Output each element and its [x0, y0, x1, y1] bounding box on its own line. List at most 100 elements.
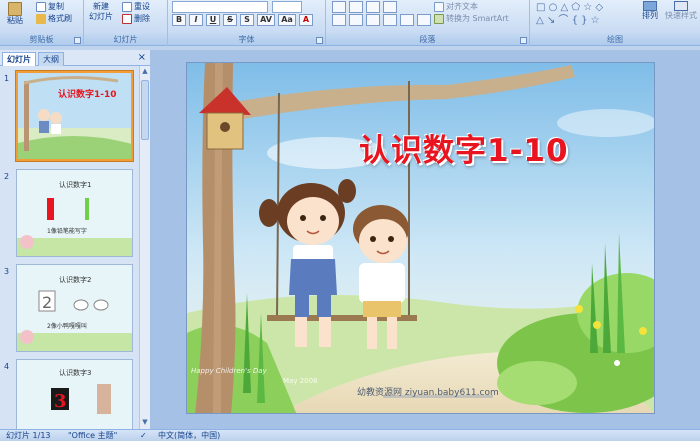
- align-text-icon: [434, 1, 444, 12]
- delete-icon: [122, 13, 132, 24]
- thumb-number: 2: [4, 172, 10, 181]
- slide-title[interactable]: 认识数字1-10: [359, 125, 569, 170]
- font-group-label: 字体: [168, 34, 325, 45]
- columns-button[interactable]: [417, 14, 431, 26]
- copy-button[interactable]: 复制: [36, 1, 64, 12]
- new-slide-label: 新建: [93, 2, 109, 11]
- bullets-button[interactable]: [332, 1, 346, 13]
- slide-thumbnail-1[interactable]: 认识数字1-10: [16, 71, 133, 161]
- thumb-1-title: 认识数字1-10: [58, 90, 117, 100]
- format-painter-icon: [36, 13, 46, 24]
- arrange-label: 排列: [642, 11, 658, 20]
- paste-icon: [8, 2, 22, 16]
- scroll-thumb[interactable]: [141, 80, 149, 140]
- underline-button[interactable]: U: [206, 14, 220, 26]
- thumb-3-caption: 2像小鸭嘎嘎叫: [47, 323, 87, 330]
- drawing-group: □ ○ △ ⬠ ☆ ◇ △ ↘ ⌒ { } ☆ 排列 快速样式 绘图: [530, 0, 700, 46]
- paragraph-group: 对齐文本 转换为 SmartArt 段落: [326, 0, 530, 46]
- shadow-button[interactable]: S: [240, 14, 254, 26]
- align-left-button[interactable]: [332, 14, 346, 26]
- current-slide[interactable]: 认识数字1-10 Happy Children's Day May 2008 幼…: [186, 62, 655, 414]
- slide-watermark-line-2: May 2008: [283, 377, 318, 385]
- strikethrough-button[interactable]: S: [223, 14, 237, 26]
- drawing-group-label: 绘图: [530, 34, 700, 45]
- scroll-down-icon[interactable]: ▼: [141, 418, 149, 428]
- align-text-button[interactable]: 对齐文本: [434, 1, 478, 12]
- justify-button[interactable]: [383, 14, 397, 26]
- italic-button[interactable]: I: [189, 14, 203, 26]
- svg-text:3: 3: [54, 391, 67, 412]
- new-slide-label-2: 幻灯片: [89, 12, 113, 21]
- slides-group: 新建 幻灯片 重设 删除 幻灯片: [84, 0, 168, 46]
- slide-count: 幻灯片 1/13: [6, 431, 51, 440]
- reset-button[interactable]: 重设: [122, 1, 150, 12]
- align-center-button[interactable]: [349, 14, 363, 26]
- copy-icon: [36, 1, 46, 12]
- arrange-icon: [643, 1, 657, 11]
- clipboard-dialog-launcher[interactable]: [74, 37, 81, 44]
- font-color-button[interactable]: A: [299, 14, 313, 26]
- slide-thumbnail-4[interactable]: 3 认识数字3: [16, 359, 133, 429]
- slide-thumbnail-3[interactable]: 2 认识数字2 2像小鸭嘎嘎叫: [16, 264, 133, 352]
- language-status[interactable]: 中文(简体，中国): [158, 430, 220, 441]
- spellcheck-icon[interactable]: ✓: [140, 430, 147, 441]
- convert-smartart-label: 转换为 SmartArt: [446, 14, 509, 23]
- bold-button[interactable]: B: [172, 14, 186, 26]
- delete-slide-button[interactable]: 删除: [122, 13, 150, 24]
- slide-pane-tabs: 幻灯片 大纲 ×: [0, 50, 150, 66]
- new-slide-button[interactable]: 新建 幻灯片: [86, 2, 116, 22]
- thumb-3-title: 认识数字2: [59, 276, 92, 284]
- svg-text:2: 2: [42, 293, 52, 312]
- quick-styles-icon: [674, 1, 688, 11]
- convert-smartart-button[interactable]: 转换为 SmartArt: [434, 13, 509, 24]
- format-painter-button[interactable]: 格式刷: [36, 13, 72, 24]
- slides-group-label: 幻灯片: [84, 34, 167, 45]
- font-name-combo[interactable]: [172, 1, 268, 13]
- slide-thumbnails-pane: 1 认识数字1-10 2 认识数字1 1像铅笔能写字 3 2 认识数字2 2像小…: [0, 66, 139, 429]
- status-bar: 幻灯片 1/13 "Office 主题" ✓ 中文(简体，中国): [0, 429, 700, 441]
- change-case-button[interactable]: Aa: [278, 14, 296, 26]
- reset-label: 重设: [134, 2, 150, 11]
- copy-label: 复制: [48, 2, 64, 11]
- thumb-number: 3: [4, 267, 10, 276]
- clipboard-group-label: 剪贴板: [0, 34, 83, 45]
- format-painter-label: 格式刷: [48, 14, 72, 23]
- tab-slides[interactable]: 幻灯片: [2, 52, 36, 66]
- scroll-up-icon[interactable]: ▲: [141, 67, 149, 77]
- theme-name: "Office 主题": [68, 431, 118, 440]
- arrange-button[interactable]: 排列: [638, 1, 662, 21]
- paragraph-group-label: 段落: [326, 34, 529, 45]
- ribbon: 粘贴 复制 格式刷 剪贴板 新建 幻灯片 重设 删除 幻灯片 B I U S S…: [0, 0, 700, 46]
- shapes-gallery[interactable]: □ ○ △ ⬠ ☆ ◇ △ ↘ ⌒ { } ☆: [536, 1, 636, 31]
- clipboard-group: 粘贴 复制 格式刷 剪贴板: [0, 0, 84, 46]
- shapes-row-2-icon: △ ↘ ⌒ { } ☆: [536, 15, 600, 26]
- thumb-2-title: 认识数字1: [59, 181, 92, 189]
- smartart-icon: [434, 13, 444, 24]
- slide-thumbnail-2[interactable]: 认识数字1 1像铅笔能写字: [16, 169, 133, 257]
- thumb-number: 4: [4, 362, 10, 371]
- thumb-number: 1: [4, 74, 10, 83]
- align-text-label: 对齐文本: [446, 2, 478, 11]
- paste-button[interactable]: 粘贴: [4, 2, 26, 26]
- increase-indent-button[interactable]: [383, 1, 397, 13]
- align-right-button[interactable]: [366, 14, 380, 26]
- close-icon[interactable]: ×: [138, 52, 146, 63]
- char-spacing-button[interactable]: AV: [257, 14, 275, 26]
- font-group: B I U S S AV Aa A 字体: [168, 0, 326, 46]
- quick-styles-button[interactable]: 快速样式: [664, 1, 698, 21]
- paste-label: 粘贴: [7, 16, 23, 25]
- slide-background-illustration: [187, 63, 654, 413]
- numbering-button[interactable]: [349, 1, 363, 13]
- reset-icon: [122, 1, 132, 12]
- font-dialog-launcher[interactable]: [316, 37, 323, 44]
- thumb-4-title: 认识数字3: [59, 369, 92, 377]
- thumbnails-scrollbar[interactable]: ▲ ▼: [139, 66, 150, 429]
- paragraph-dialog-launcher[interactable]: [520, 37, 527, 44]
- shapes-row-1-icon: □ ○ △ ⬠ ☆ ◇: [536, 2, 604, 13]
- font-size-combo[interactable]: [272, 1, 302, 13]
- tab-outline[interactable]: 大纲: [38, 52, 64, 66]
- distribute-button[interactable]: [400, 14, 414, 26]
- slide-footer-text: 幼教资源网 ziyuan.baby611.com: [357, 388, 499, 398]
- quick-styles-label: 快速样式: [665, 11, 697, 20]
- decrease-indent-button[interactable]: [366, 1, 380, 13]
